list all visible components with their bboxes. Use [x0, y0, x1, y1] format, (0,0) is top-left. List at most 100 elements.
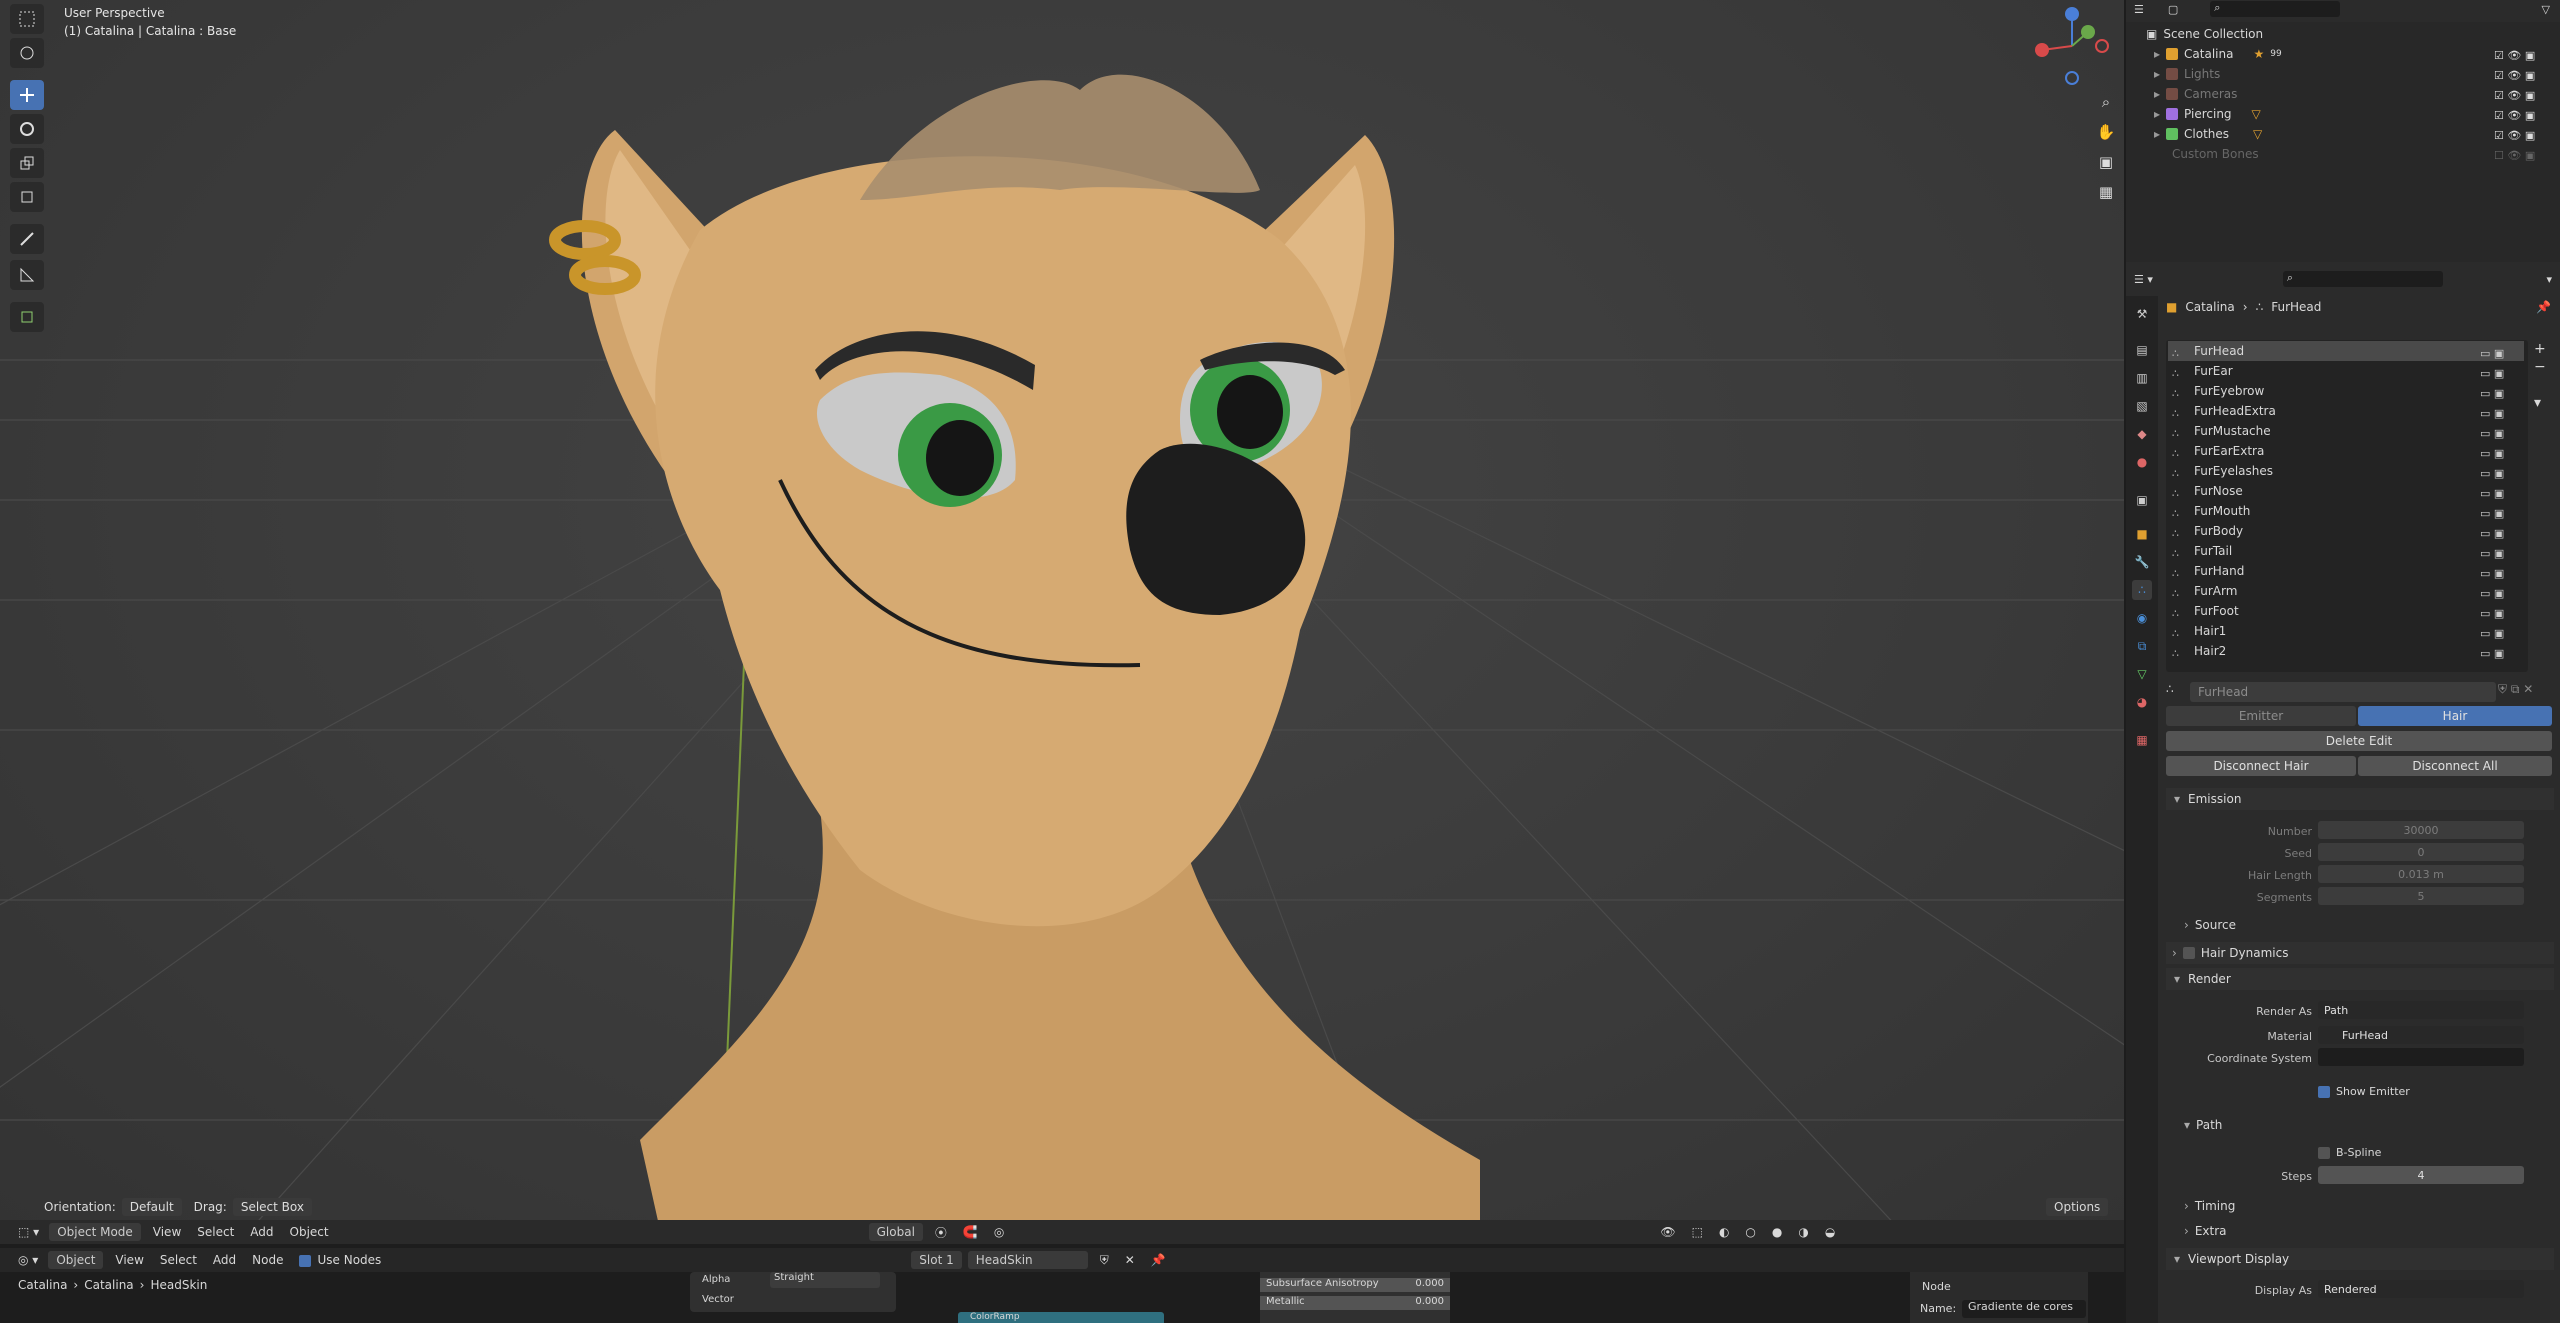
pin-icon[interactable]: 📌 — [2536, 300, 2551, 314]
node-menu-select[interactable]: Select — [154, 1251, 203, 1269]
render-tab-icon[interactable]: ▤ — [2132, 340, 2152, 360]
principled-bsdf-node[interactable]: Subsurface Anisotropy 0.000 Metallic 0.000 — [1260, 1272, 1450, 1323]
orientation-dropdown[interactable]: Default — [121, 1198, 182, 1216]
menu-add[interactable]: Add — [244, 1223, 279, 1241]
outliner-editor-icon[interactable]: ☰ — [2134, 3, 2144, 16]
list-item[interactable]: FurBody — [2168, 521, 2524, 541]
drag-dropdown[interactable]: Select Box — [232, 1198, 312, 1216]
settings-user-icons[interactable]: ⛨ ⧉ ✕ — [2498, 682, 2533, 697]
shading-material-icon[interactable]: ◑ — [1792, 1223, 1814, 1241]
list-item[interactable]: FurEyebrow — [2168, 381, 2524, 401]
list-item[interactable]: FurEar — [2168, 361, 2524, 381]
list-item[interactable]: FurEarExtra — [2168, 441, 2524, 461]
node-editor-canvas[interactable]: Catalina › Catalina › HeadSkin Alpha Strai… — [0, 1272, 2124, 1323]
annotate-tool[interactable] — [10, 224, 44, 254]
delete-edit-button[interactable]: Delete Edit — [2166, 731, 2552, 751]
path-subpanel-header[interactable]: ▾ Path — [2184, 1118, 2222, 1132]
data-tab-icon[interactable]: ▽ — [2132, 664, 2152, 684]
mode-dropdown[interactable]: Object Mode — [49, 1223, 141, 1241]
particle-visibility-toggles[interactable]: ▭ ▣ ▭ ▣ ▭ ▣ ▭ ▣ ▭ ▣ ▭ ▣ ▭ ▣ ▭ ▣ ▭ ▣ ▭ ▣ ▭ ▣ ▭ ▣ ▭ ▣ ▭… — [2480, 344, 2504, 664]
outliner-search-input[interactable]: ⌕ — [2210, 1, 2341, 17]
display-as-dropdown[interactable]: Rendered — [2318, 1280, 2524, 1298]
list-item[interactable]: Hair2 — [2168, 641, 2524, 661]
move-tool[interactable] — [10, 80, 44, 110]
editor-type-icon[interactable]: ⬚ ▾ — [12, 1223, 45, 1241]
view-layer-tab-icon[interactable]: ▧ — [2132, 396, 2152, 416]
material-dropdown[interactable]: FurHead — [2318, 1026, 2524, 1044]
list-item[interactable]: FurEyelashes — [2168, 461, 2524, 481]
outliner-visibility-toggles[interactable]: ☑ 👁 ▣ ☑ 👁 ▣ ☑ 👁 ▣ ☑ 👁 ▣ ☑ 👁 ▣ ☐ 👁 ▣ — [2494, 46, 2535, 166]
select-box-tool[interactable] — [10, 4, 44, 34]
coordinate-system-field[interactable] — [2318, 1048, 2524, 1066]
transform-orientation-dropdown[interactable]: Global — [868, 1223, 923, 1241]
menu-view[interactable]: View — [147, 1223, 187, 1241]
render-panel-header[interactable]: ▾ Render — [2166, 968, 2554, 990]
source-subpanel[interactable]: › Source — [2184, 918, 2236, 932]
hair-tab[interactable]: Hair — [2358, 706, 2552, 726]
image-node[interactable]: Alpha Straight Vector — [690, 1272, 896, 1312]
node-menu-view[interactable]: View — [109, 1251, 149, 1269]
material-field[interactable]: HeadSkin — [967, 1251, 1088, 1269]
number-field[interactable]: 30000 — [2318, 821, 2524, 839]
subsurface-anisotropy-field[interactable]: Subsurface Anisotropy 0.000 — [1260, 1278, 1450, 1292]
rotate-tool[interactable] — [10, 114, 44, 144]
shading-rendered-icon[interactable]: ◒ — [1819, 1223, 1841, 1241]
seed-field[interactable]: 0 — [2318, 843, 2524, 861]
unlink-icon[interactable]: ✕ — [1119, 1251, 1141, 1269]
node-menu-add[interactable]: Add — [207, 1251, 242, 1269]
list-item[interactable]: FurHeadExtra — [2168, 401, 2524, 421]
slot-dropdown[interactable]: Slot 1 — [911, 1251, 962, 1269]
list-item[interactable]: FurHand — [2168, 561, 2524, 581]
timing-subpanel[interactable]: › Timing — [2184, 1199, 2235, 1213]
3d-viewport[interactable]: User Perspective (1) Catalina | Catalina… — [0, 0, 2124, 1230]
colorramp-node-header[interactable]: ColorRamp — [958, 1312, 1164, 1323]
emitter-tab[interactable]: Emitter — [2166, 706, 2356, 726]
particle-settings-field[interactable]: FurHead — [2190, 682, 2496, 702]
snap-icon[interactable]: 🧲 — [957, 1223, 984, 1241]
node-editor-type-icon[interactable]: ◎ ▾ — [12, 1251, 44, 1269]
navigation-gizmo[interactable] — [2030, 6, 2110, 86]
pan-hand-icon[interactable]: ✋ — [2090, 116, 2122, 148]
show-emitter-checkbox[interactable]: Show Emitter — [2318, 1085, 2410, 1098]
segments-field[interactable]: 5 — [2318, 887, 2524, 905]
list-item[interactable]: FurMustache — [2168, 421, 2524, 441]
world-tab-icon[interactable]: ● — [2132, 452, 2152, 472]
metallic-field[interactable]: Metallic 0.000 — [1260, 1296, 1450, 1310]
list-item[interactable]: FurNose — [2168, 481, 2524, 501]
scene-tab-icon[interactable]: ◆ — [2132, 424, 2152, 444]
node-name-field[interactable]: Gradiente de cores — [1962, 1300, 2086, 1318]
cursor-tool[interactable] — [10, 38, 44, 68]
pivot-icon[interactable]: ⦿ — [929, 1222, 953, 1243]
hair-length-field[interactable]: 0.013 m — [2318, 865, 2524, 883]
shading-wireframe-icon[interactable]: ○ — [1739, 1223, 1761, 1241]
object-type-dropdown[interactable]: Object — [48, 1251, 104, 1269]
particles-tab-icon[interactable]: ∴ — [2132, 580, 2152, 600]
constraints-tab-icon[interactable]: ⧉ — [2132, 636, 2152, 656]
properties-search-input[interactable]: ⌕ — [2282, 271, 2443, 287]
add-cube-tool[interactable] — [10, 302, 44, 332]
viewport-display-panel-header[interactable]: ▾ Viewport Display — [2166, 1248, 2554, 1270]
filter-icon[interactable]: ▽ — [2542, 3, 2550, 16]
render-as-dropdown[interactable]: Path — [2318, 1001, 2524, 1019]
physics-tab-icon[interactable]: ◉ — [2132, 608, 2152, 628]
scale-tool[interactable] — [10, 148, 44, 178]
shading-solid-icon[interactable]: ● — [1766, 1223, 1788, 1241]
gizmo-toggle-icon[interactable]: ⬚ — [1686, 1223, 1709, 1241]
material-tab-icon[interactable]: ◕ — [2132, 692, 2152, 712]
use-nodes-checkbox[interactable]: Use Nodes — [293, 1251, 387, 1269]
bspline-checkbox[interactable]: B-Spline — [2318, 1146, 2381, 1159]
zoom-icon[interactable]: ⌕ — [2090, 86, 2122, 118]
scene-collection-row[interactable]: ▣ Scene Collection — [2126, 24, 2560, 44]
measure-tool[interactable] — [10, 260, 44, 290]
pin-icon[interactable]: 📌 — [1145, 1251, 1172, 1269]
visibility-icon[interactable]: 👁 — [1654, 1223, 1681, 1241]
list-side-buttons[interactable]: + − ▾ — [2534, 340, 2546, 412]
list-item[interactable]: FurMouth — [2168, 501, 2524, 521]
list-item[interactable]: FurFoot — [2168, 601, 2524, 621]
emission-panel-header[interactable]: ▾ Emission — [2166, 788, 2554, 810]
extra-subpanel[interactable]: › Extra — [2184, 1224, 2227, 1238]
texture-tab-icon[interactable]: ▦ — [2132, 730, 2152, 750]
disconnect-all-button[interactable]: Disconnect All — [2358, 756, 2552, 776]
list-item[interactable]: FurHead — [2168, 341, 2524, 361]
node-menu-node[interactable]: Node — [246, 1251, 289, 1269]
